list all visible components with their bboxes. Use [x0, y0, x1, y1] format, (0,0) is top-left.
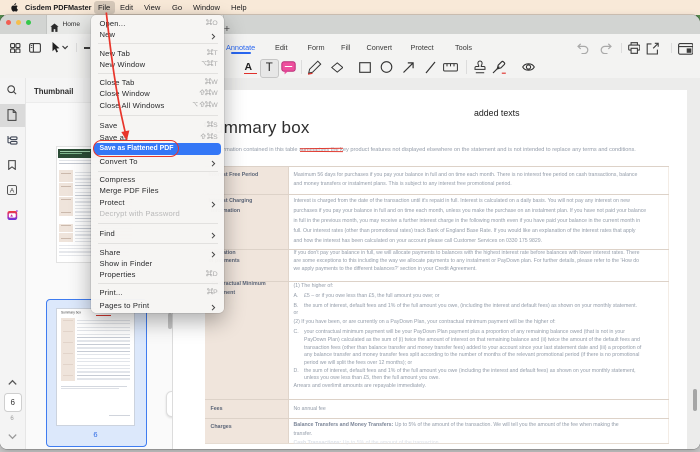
svg-text:A: A — [10, 187, 15, 194]
